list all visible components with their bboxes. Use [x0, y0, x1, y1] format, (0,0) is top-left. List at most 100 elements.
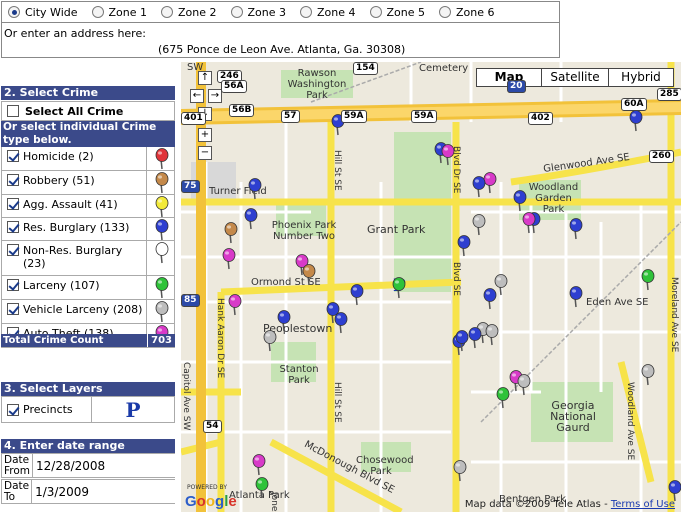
crime-marker-icon[interactable] [263, 330, 277, 352]
map-pin-icon [155, 148, 169, 173]
crime-label: Homicide (2) [23, 150, 94, 163]
zone-label: Zone 1 [108, 5, 148, 19]
address-input[interactable] [152, 24, 558, 42]
crime-legend-cell [146, 147, 174, 170]
crime-checkbox[interactable] [7, 174, 19, 186]
crime-marker-icon[interactable] [569, 218, 583, 240]
precincts-toggle[interactable]: Precincts [2, 397, 92, 422]
zone-option-6[interactable]: Zone 6 [439, 6, 495, 19]
map-label-sw: SW [187, 62, 204, 73]
crime-marker-icon[interactable] [472, 176, 486, 198]
crime-marker-icon[interactable] [569, 286, 583, 308]
crime-marker-icon[interactable] [248, 178, 262, 200]
zone-option-4[interactable]: Zone 4 [300, 6, 356, 19]
crime-marker-icon[interactable] [350, 284, 364, 306]
route-shield: 60A [621, 98, 647, 111]
crime-checkbox[interactable] [7, 221, 19, 233]
crime-checkbox[interactable] [7, 303, 19, 315]
select-all-crime[interactable]: Select All Crime [1, 101, 175, 121]
zone-radio[interactable] [300, 6, 312, 18]
zone-radio[interactable] [161, 6, 173, 18]
map-type-hybrid-button[interactable]: Hybrid [608, 68, 674, 87]
pan-left-icon[interactable]: ← [190, 89, 204, 103]
precincts-layer: Precincts P [1, 396, 175, 423]
crime-option[interactable]: Res. Burglary (133) [2, 218, 146, 240]
pan-right-icon[interactable]: → [208, 89, 222, 103]
select-all-checkbox[interactable] [7, 105, 19, 117]
crime-marker-icon[interactable] [224, 222, 238, 244]
zone-option-1[interactable]: Zone 1 [91, 5, 148, 19]
date-from-input[interactable] [33, 454, 189, 477]
map-label-woodland-ave: Woodland Ave SE [625, 382, 635, 461]
crime-marker-icon[interactable] [472, 214, 486, 236]
crime-marker-icon[interactable] [629, 110, 643, 132]
crime-checkbox[interactable] [7, 244, 19, 256]
crime-row: Res. Burglary (133) [1, 218, 175, 241]
crime-marker-icon[interactable] [222, 248, 236, 270]
crime-marker-icon[interactable] [517, 374, 531, 396]
zone-option-0[interactable]: City Wide [8, 6, 78, 19]
zone-label: Zone 4 [317, 5, 356, 19]
crime-marker-icon[interactable] [255, 477, 269, 499]
crime-checkbox[interactable] [7, 150, 19, 162]
precinct-icon: P [125, 397, 141, 422]
crime-marker-icon[interactable] [252, 454, 266, 476]
precincts-checkbox[interactable] [7, 403, 19, 416]
crime-option[interactable]: Non-Res. Burglary (23) [2, 241, 146, 275]
crime-marker-icon[interactable] [455, 330, 469, 352]
crime-map[interactable]: Map Satellite Hybrid ↑ ← → ↓ + − SW Raws… [181, 62, 681, 512]
zone-radio[interactable] [91, 6, 104, 18]
zone-option-2[interactable]: Zone 2 [161, 6, 217, 19]
crime-marker-icon[interactable] [485, 324, 499, 346]
map-label-phoenix: Phoenix Park Number Two [271, 220, 337, 242]
zoom-in-icon[interactable]: + [198, 128, 212, 142]
crime-marker-icon[interactable] [302, 264, 316, 286]
map-pin-icon [155, 277, 169, 302]
crime-option[interactable]: Larceny (107) [2, 276, 146, 299]
select-all-label: Select All Crime [25, 104, 124, 118]
crime-marker-icon[interactable] [441, 144, 455, 166]
crime-marker-icon[interactable] [334, 312, 348, 334]
map-type-satellite-button[interactable]: Satellite [541, 68, 609, 87]
map-label-moreland: Moreland Ave SE [669, 277, 679, 353]
crime-marker-icon[interactable] [641, 364, 655, 386]
zone-option-3[interactable]: Zone 3 [230, 6, 286, 19]
crime-option[interactable]: Vehicle Larceny (208) [2, 300, 146, 323]
crime-checkbox[interactable] [7, 198, 19, 210]
crime-option[interactable]: Homicide (2) [2, 147, 146, 170]
terms-of-use-link[interactable]: Terms of Use [611, 499, 675, 510]
crime-marker-icon[interactable] [244, 208, 258, 230]
map-pin-icon [155, 172, 169, 197]
crime-row: Non-Res. Burglary (23) [1, 241, 175, 276]
zone-radio[interactable] [439, 6, 451, 18]
crime-option[interactable]: Robbery (51) [2, 171, 146, 194]
crime-marker-icon[interactable] [277, 310, 291, 332]
crime-marker-icon[interactable] [496, 387, 510, 409]
zoom-out-icon[interactable]: − [198, 146, 212, 160]
crime-marker-icon[interactable] [392, 277, 406, 299]
crime-marker-icon[interactable] [453, 460, 467, 482]
zone-radio[interactable] [369, 6, 382, 18]
crime-label: Larceny (107) [23, 279, 100, 292]
map-label-hill-top: Hill St SE [332, 150, 342, 191]
crime-marker-icon[interactable] [522, 212, 536, 234]
crime-marker-icon[interactable] [494, 274, 508, 296]
crime-option[interactable]: Agg. Assault (41) [2, 195, 146, 217]
map-pin-icon [155, 242, 169, 267]
crime-marker-icon[interactable] [513, 190, 527, 212]
crime-marker-icon[interactable] [468, 327, 482, 349]
crime-label: Vehicle Larceny (208) [23, 303, 143, 316]
crime-legend-cell [146, 300, 174, 323]
route-shield: 59A [411, 110, 437, 123]
crime-marker-icon[interactable] [228, 294, 242, 316]
crime-marker-icon[interactable] [457, 235, 471, 257]
zone-radio[interactable] [230, 6, 243, 18]
zone-radio[interactable] [8, 6, 20, 18]
date-to-input[interactable] [32, 480, 188, 503]
route-shield: 85 [181, 294, 200, 307]
pan-up-icon[interactable]: ↑ [198, 71, 212, 85]
date-to-label: Date To [2, 480, 33, 503]
zone-option-5[interactable]: Zone 5 [369, 6, 425, 19]
crime-checkbox[interactable] [7, 279, 19, 291]
crime-marker-icon[interactable] [641, 269, 655, 291]
